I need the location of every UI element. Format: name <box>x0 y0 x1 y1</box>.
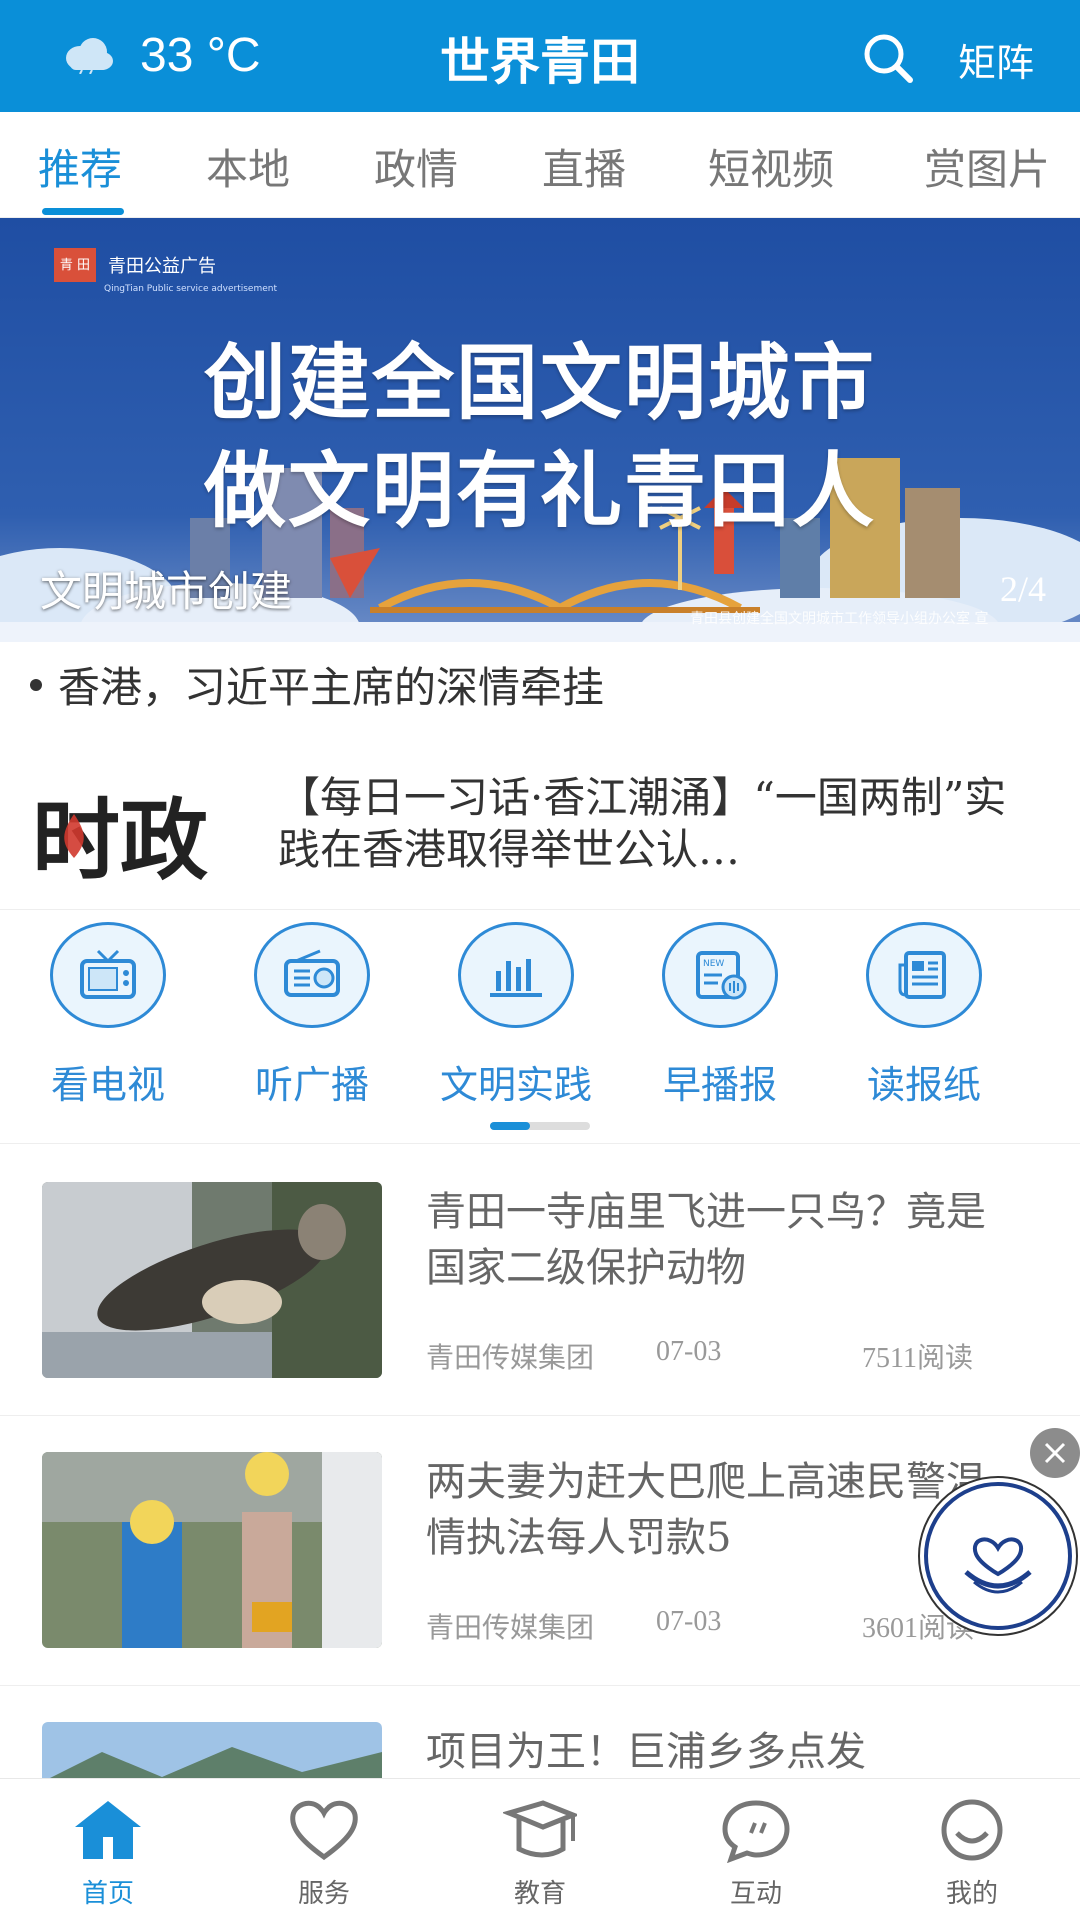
banner-logo: 青 田 青田公益广告 <box>54 248 216 282</box>
nav-label: 我的 <box>945 1879 998 1909</box>
heart-icon <box>290 1800 358 1861</box>
quick-link-label: 听广播 <box>254 1063 369 1107</box>
graduation-cap-icon <box>501 1800 580 1858</box>
bottom-nav: 首页 服务 教育 互动 我的 <box>0 1778 1080 1920</box>
tab-recommend[interactable]: 推荐 <box>38 136 122 197</box>
quick-link-label: 看电视 <box>50 1063 165 1107</box>
nav-interaction[interactable]: 互动 <box>676 1797 836 1910</box>
news-audio-icon: NEW <box>662 922 778 1028</box>
foundation-badge[interactable] <box>918 1476 1078 1636</box>
news-title: 青田一寺庙里飞进一只鸟？竟是国家二级保护动物 <box>426 1189 986 1291</box>
nav-label: 教育 <box>513 1879 566 1909</box>
close-icon <box>1044 1442 1066 1464</box>
bullet-icon <box>30 678 42 691</box>
banner-carousel[interactable]: 青 田 青田公益广告 QingTian Public service adver… <box>0 218 1080 642</box>
tab-local[interactable]: 本地 <box>206 136 290 197</box>
foundation-logo <box>924 1482 1072 1630</box>
news-date: 07-03 <box>656 1336 722 1367</box>
quick-link-radio[interactable]: 听广播 <box>212 922 412 1109</box>
red-drop-icon <box>64 814 84 858</box>
quick-link-civilization[interactable]: 文明实践 <box>416 922 616 1109</box>
newspaper-icon <box>866 922 982 1028</box>
tab-politics[interactable]: 政情 <box>374 136 458 197</box>
politics-tag: 时政 <box>32 770 208 897</box>
news-date: 07-03 <box>656 1606 722 1637</box>
news-title: 项目为王！巨浦乡多点发 <box>426 1729 866 1775</box>
svg-text:NEW: NEW <box>703 959 724 969</box>
nav-label: 互动 <box>729 1879 782 1909</box>
tab-live[interactable]: 直播 <box>542 136 626 197</box>
quick-links: 看电视 听广播 文明实践 NEW 早播报 读报纸 <box>0 912 1080 1144</box>
quick-links-pager <box>490 1122 590 1130</box>
banner-logo-mark: 青 田 <box>54 248 96 282</box>
matrix-button[interactable]: 矩阵 <box>958 32 1034 87</box>
app-root: 33 °C 世界青田 矩阵 推荐 本地 政情 直播 短视频 赏图片 青 田 青田… <box>0 0 1080 1920</box>
quick-link-morning-news[interactable]: NEW 早播报 <box>620 922 820 1109</box>
news-item[interactable]: 青田一寺庙里飞进一只鸟？竟是国家二级保护动物 青田传媒集团 07-03 7511… <box>0 1146 1080 1416</box>
close-float-button[interactable] <box>1030 1428 1080 1478</box>
banner-logo-subtitle: QingTian Public service advertisement <box>104 284 277 294</box>
nav-education[interactable]: 教育 <box>460 1797 620 1910</box>
bar-chart-icon <box>458 922 574 1028</box>
smiley-icon <box>941 1799 1003 1861</box>
quick-link-tv[interactable]: 看电视 <box>8 922 208 1109</box>
chat-bubble-icon <box>722 1800 790 1864</box>
nav-mine[interactable]: 我的 <box>892 1797 1052 1910</box>
news-thumbnail <box>42 1452 382 1648</box>
pager-active-dot <box>490 1122 530 1130</box>
tv-icon <box>50 922 166 1028</box>
nav-label: 首页 <box>81 1879 134 1909</box>
nav-home[interactable]: 首页 <box>28 1797 188 1910</box>
quick-link-label: 文明实践 <box>439 1063 592 1107</box>
tab-short-video[interactable]: 短视频 <box>708 136 834 197</box>
headline-ticker[interactable]: 香港，习近平主席的深情牵挂 <box>30 654 604 715</box>
banner-headline-2: 做文明有礼青田人 <box>203 444 876 539</box>
quick-link-newspaper[interactable]: 读报纸 <box>824 922 1024 1109</box>
search-icon <box>864 34 913 83</box>
app-title: 世界青田 <box>440 33 640 91</box>
home-icon <box>75 1801 141 1859</box>
politics-headline: 【每日一习话·香江潮涌】“一国两制”实践在香港取得举世公认… <box>278 773 1007 874</box>
banner-caption: 文明城市创建 <box>40 567 293 616</box>
active-tab-indicator <box>42 208 124 215</box>
tab-photos[interactable]: 赏图片 <box>924 136 1050 197</box>
nav-service[interactable]: 服务 <box>244 1797 404 1910</box>
quick-link-label: 读报纸 <box>866 1063 981 1107</box>
politics-section[interactable]: 时政 【每日一习话·香江潮涌】“一国两制”实践在香港取得举世公认… <box>0 740 1080 910</box>
banner-footnote: 青田县创建全国文明城市工作领导小组办公室 宣 <box>690 611 989 627</box>
news-source: 青田传媒集团 <box>426 1341 595 1374</box>
news-thumbnail <box>42 1182 382 1378</box>
channel-tabs: 推荐 本地 政情 直播 短视频 赏图片 <box>0 112 1080 218</box>
search-button[interactable] <box>860 30 916 86</box>
news-read-count: 7511阅读 <box>862 1343 973 1374</box>
quick-link-label: 早播报 <box>662 1063 777 1107</box>
banner-page-counter: 2/4 <box>999 569 1046 609</box>
news-source: 青田传媒集团 <box>426 1611 595 1644</box>
radio-icon <box>254 922 370 1028</box>
ticker-text: 香港，习近平主席的深情牵挂 <box>58 663 605 712</box>
top-bar: 33 °C 世界青田 矩阵 <box>0 0 1080 112</box>
nav-label: 服务 <box>297 1879 350 1909</box>
banner-headline-1: 创建全国文明城市 <box>203 336 876 431</box>
banner-logo-text: 青田公益广告 <box>108 256 216 277</box>
